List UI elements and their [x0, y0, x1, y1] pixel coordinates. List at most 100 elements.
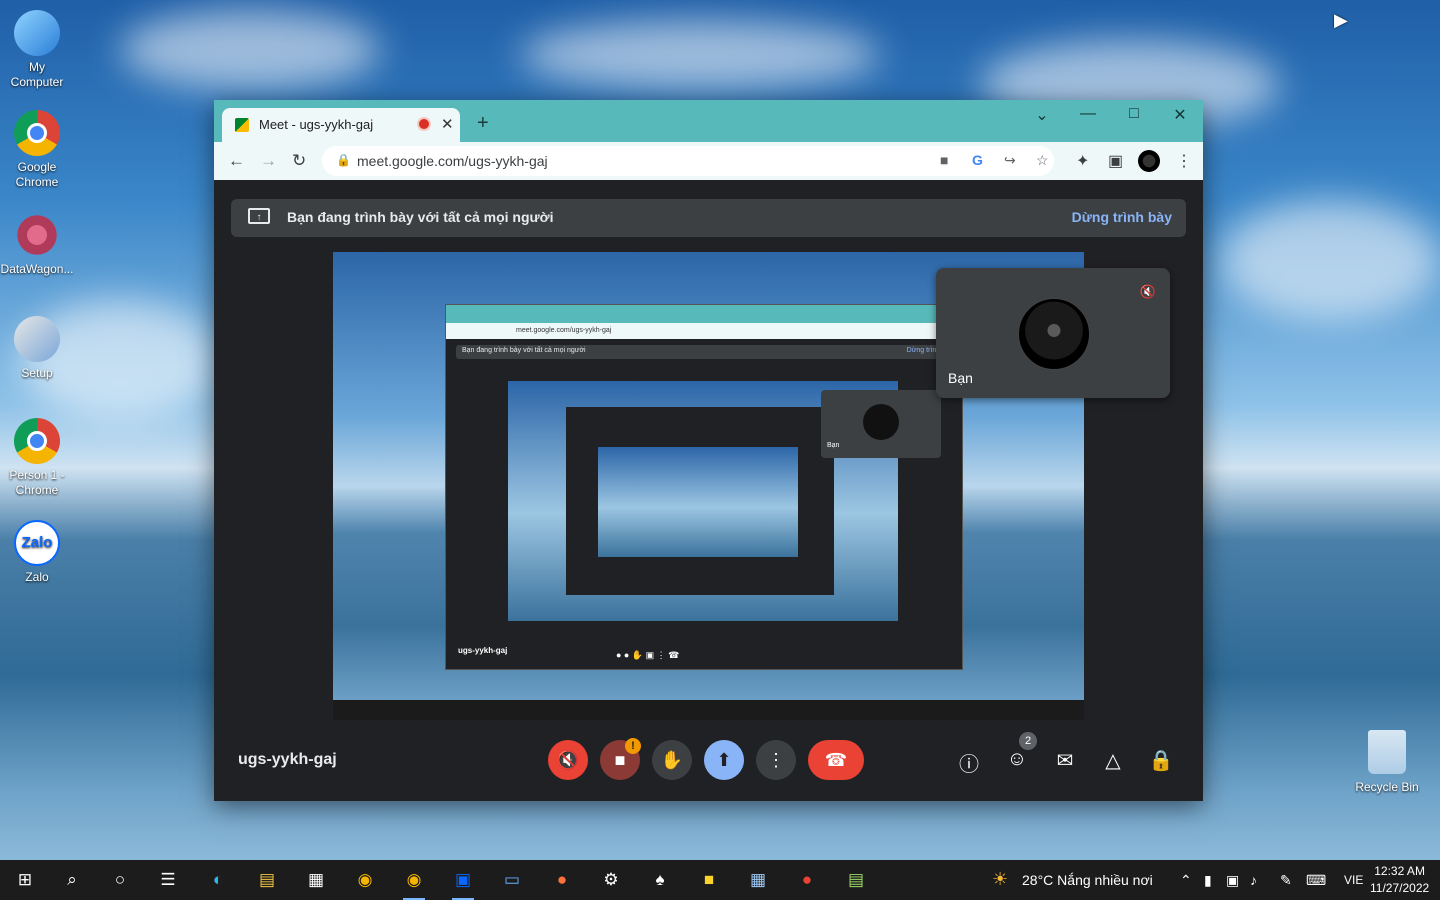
show-hidden-icons-icon[interactable]: ⌃ [1180, 872, 1192, 889]
url-text: meet.google.com/ugs-yykh-gaj [357, 153, 548, 169]
self-video-tile[interactable]: 🔇 Bạn [936, 268, 1170, 398]
self-tile-name: Bạn [948, 370, 973, 386]
stop-presenting-button[interactable]: Dừng trình bày [1072, 209, 1172, 225]
minimize-button[interactable]: — [1073, 105, 1103, 123]
desktop-icon-person1-chrome[interactable]: Person 1 - Chrome [0, 418, 74, 498]
google-lens-icon[interactable]: G [972, 152, 983, 168]
desktop-icon-label: Google Chrome [15, 160, 59, 189]
chrome-taskbar-icon[interactable]: ◉ [352, 868, 378, 892]
microphone-icon[interactable]: ▮ [1204, 872, 1212, 889]
mini-self-name: Bạn [827, 442, 840, 449]
people-button[interactable]: ☺ [1003, 748, 1031, 771]
raise-hand-button[interactable]: ✋ [652, 740, 692, 780]
presenting-text: Bạn đang trình bày với tất cả mọi người [287, 209, 554, 225]
desktop-icon-label: Recycle Bin [1355, 780, 1419, 794]
datawagon-icon [14, 212, 60, 258]
start-windows-icon[interactable]: ⊞ [12, 868, 38, 892]
sticky-notes-icon[interactable]: ■ [696, 868, 722, 892]
browser-tab[interactable]: Meet - ugs-yykh-gaj ✕ [222, 108, 460, 142]
participant-count-badge: 2 [1019, 732, 1037, 750]
setup-icon [14, 316, 60, 362]
mini-controls: ● ● ✋ ▣ ⋮ ☎ [616, 650, 680, 660]
desktop-icon-label: DataWagon... [0, 262, 74, 276]
presenting-banner: ↑ Bạn đang trình bày với tất cả mọi ngườ… [231, 199, 1186, 237]
desktop-icon-setup[interactable]: Setup [0, 316, 74, 381]
desktop-icon-datawagon[interactable]: DataWagon... [0, 212, 74, 277]
tab-search-icon[interactable]: ⌄ [1027, 105, 1057, 125]
desktop-icon-label: Zalo [25, 570, 49, 584]
mini-self-avatar [863, 404, 899, 440]
mini-banner-text: Bạn đang trình bày với tất cả mọi người [462, 347, 586, 354]
cortana-icon[interactable]: ○ [107, 868, 133, 892]
maximize-button[interactable]: □ [1119, 105, 1149, 123]
chrome-icon [14, 110, 60, 156]
extensions-icon[interactable]: ✦ [1076, 151, 1089, 171]
firefox-icon[interactable]: ● [549, 868, 575, 892]
zalo-taskbar-icon[interactable]: ▣ [450, 868, 476, 900]
input-language[interactable]: VIE [1344, 873, 1363, 887]
file-explorer-icon[interactable]: ▤ [254, 868, 280, 892]
bookmark-star-icon[interactable]: ☆ [1036, 152, 1049, 169]
camera-in-use-icon[interactable]: ■ [940, 152, 948, 168]
recycle-bin-icon [1368, 730, 1406, 774]
calculator-icon[interactable]: ▦ [745, 868, 771, 892]
present-now-button[interactable]: ⬆ [704, 740, 744, 780]
chat-button[interactable]: ✉ [1051, 748, 1079, 773]
menu-kebab-icon[interactable]: ⋮ [1176, 151, 1192, 171]
profile-avatar[interactable] [1138, 150, 1160, 172]
mini-meeting-code: ugs-yykh-gaj [458, 646, 508, 655]
chrome-person-taskbar-icon[interactable]: ◉ [401, 868, 427, 900]
edge-icon[interactable]: ◐ [205, 868, 231, 892]
chrome-window: Meet - ugs-yykh-gaj ✕ + ⌄ — □ ✕ ← → ↻ 🔒 … [214, 100, 1203, 801]
leave-call-button[interactable]: ☎ [808, 740, 864, 780]
task-view-icon[interactable]: ☰ [155, 868, 181, 892]
new-tab-button[interactable]: + [477, 112, 489, 135]
host-controls-button[interactable]: 🔒 [1147, 748, 1175, 773]
remote-desktop-icon[interactable]: ▭ [499, 868, 525, 892]
zalo-icon: Zalo [14, 520, 60, 566]
desktop-icon-my-computer[interactable]: My Computer [0, 10, 74, 90]
mini-self-tile: Bạn [821, 390, 941, 458]
desktop-icon-recycle-bin[interactable]: Recycle Bin [1350, 730, 1424, 794]
desktop-icon-google-chrome[interactable]: Google Chrome [0, 110, 74, 190]
store-icon[interactable]: ▦ [303, 868, 329, 892]
mini-toolbar: meet.google.com/ugs-yykh-gaj [446, 323, 962, 339]
network-icon[interactable]: ▣ [1226, 872, 1239, 889]
pen-icon[interactable]: ✎ [1280, 872, 1292, 889]
clock-time: 12:32 AM [1374, 864, 1425, 878]
address-bar[interactable]: 🔒 meet.google.com/ugs-yykh-gaj ■ G ↪ ☆ [322, 146, 1054, 176]
tab-title: Meet - ugs-yykh-gaj [259, 117, 374, 132]
chrome-person-icon [14, 418, 60, 464]
back-button[interactable]: ← [228, 151, 245, 171]
activities-button[interactable]: △ [1099, 748, 1127, 773]
clock[interactable]: 12:32 AM 11/27/2022 [1370, 863, 1429, 897]
side-panel-icon[interactable]: ▣ [1108, 151, 1123, 171]
mini-nested-screen [598, 447, 798, 557]
solitaire-icon[interactable]: ♠ [647, 868, 673, 892]
computer-icon [14, 10, 60, 56]
meeting-details-button[interactable]: ⓘ [955, 748, 983, 777]
settings-gear-icon[interactable]: ⚙ [598, 868, 624, 892]
share-icon[interactable]: ↪ [1004, 152, 1016, 169]
volume-icon[interactable]: ♪ [1250, 872, 1257, 888]
weather-icon[interactable]: ☀ [992, 869, 1008, 890]
mic-toggle-button[interactable]: 🔇 [548, 740, 588, 780]
present-screen-icon: ⬆ [716, 750, 732, 770]
keyboard-icon[interactable]: ⌨ [1306, 872, 1326, 889]
desktop-icon-label: My Computer [10, 60, 64, 89]
weather-text[interactable]: 28°C Nắng nhiều nơi [1022, 872, 1153, 888]
mic-off-icon: 🔇 [556, 750, 580, 770]
forward-button[interactable]: → [260, 151, 277, 171]
tab-close-icon[interactable]: ✕ [441, 115, 454, 133]
recording-indicator-icon [419, 119, 429, 129]
close-window-button[interactable]: ✕ [1165, 105, 1195, 125]
mini-chrome-window: meet.google.com/ugs-yykh-gaj Bạn đang tr… [445, 304, 963, 670]
desktop-icon-label: Person 1 - Chrome [9, 468, 65, 497]
maps-pin-icon[interactable]: ● [794, 868, 820, 892]
desktop-icon-zalo[interactable]: Zalo Zalo [0, 520, 74, 585]
notepad-icon[interactable]: ▤ [843, 868, 869, 892]
more-vert-icon: ⋮ [767, 750, 785, 770]
search-icon[interactable]: ⌕ [59, 868, 85, 892]
more-options-button[interactable]: ⋮ [756, 740, 796, 780]
reload-button[interactable]: ↻ [292, 151, 306, 171]
